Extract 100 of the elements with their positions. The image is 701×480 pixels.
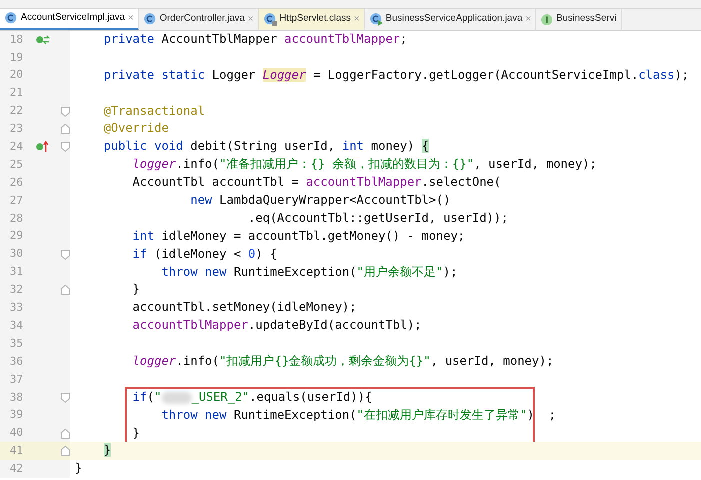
editor-tab[interactable]: BusinessServiceApplication.java × (364, 9, 536, 30)
code-text: " (154, 390, 162, 404)
editor-tab[interactable]: AccountServiceImpl.java × (0, 9, 139, 30)
code-text: ) ; (527, 408, 556, 422)
code-text: accountTblMapper (132, 318, 248, 332)
code-text: @Transactional (102, 104, 206, 118)
code-text: AccountTblMapper (160, 32, 278, 46)
line-number: 34 (10, 318, 24, 334)
code-text: @Override (102, 121, 169, 136)
code-text: debit(String userId, (190, 139, 336, 154)
code-text: money) (370, 139, 416, 154)
code-text: logger (132, 354, 176, 368)
line-number: 29 (10, 228, 24, 244)
fold-marker-icon[interactable] (61, 124, 70, 134)
line-number: 19 (10, 50, 24, 66)
code-text: accountTbl.setMoney(idleMoney); (132, 300, 357, 314)
code-text: } (75, 461, 82, 476)
line-number: 21 (10, 85, 24, 102)
code-text: ); (674, 68, 690, 82)
code-text: (idleMoney < (153, 246, 242, 261)
code-text: accountTblMapper (284, 32, 400, 46)
fold-marker-icon[interactable] (61, 250, 70, 260)
code-text: { (422, 139, 430, 154)
class-icon (5, 12, 18, 25)
fold-marker-icon[interactable] (61, 285, 70, 296)
code-text: RuntimeException( (232, 408, 357, 422)
editor-tab[interactable]: HttpServlet.class × (258, 9, 365, 30)
code-text: ( (147, 390, 154, 404)
line-number: 37 (10, 372, 24, 388)
line-number: 24 (10, 139, 24, 156)
code-text: , userId, money); (430, 354, 554, 368)
line-number: 39 (10, 407, 24, 424)
code-text: 0 (248, 246, 256, 261)
class-icon (144, 13, 157, 26)
line-number: 41 (10, 443, 24, 460)
line-number: 36 (10, 354, 24, 370)
app-class-icon (370, 13, 383, 26)
code-text: if (132, 390, 148, 404)
code-text: "用户余额不足" (356, 264, 444, 279)
code-text: Logger (211, 68, 257, 82)
line-number: 32 (10, 282, 24, 298)
bean-icon[interactable] (36, 34, 50, 45)
code-text: } (132, 282, 140, 296)
line-number: 26 (10, 174, 24, 191)
code-text: new (190, 193, 212, 208)
code-text: , userId, money); (474, 157, 597, 172)
code-text: .selectOne( (422, 175, 502, 190)
code-text: throw new (160, 408, 227, 422)
code-text: "扣减用户{}金额成功，剩余金额为{}" (220, 354, 431, 368)
code-text: throw new (160, 264, 227, 279)
code-text: "准备扣减用户：{} 余额，扣减的数目为：{}" (220, 157, 474, 172)
class-file-icon (264, 13, 277, 26)
line-number: 25 (10, 156, 24, 173)
code-text: } (102, 443, 112, 458)
fold-marker-icon[interactable] (61, 142, 70, 152)
line-number: 35 (10, 336, 24, 352)
code-text: .eq(AccountTbl::getUserId, userId)); (247, 210, 508, 225)
line-number: 40 (10, 425, 24, 442)
code-text: _USER_2" (192, 390, 250, 404)
line-number: 38 (10, 390, 24, 406)
line-number: 18 (10, 32, 24, 48)
editor-tab[interactable]: BusinessServi (536, 9, 622, 30)
code-text: private (102, 32, 154, 46)
code-text: .updateById(accountTbl); (248, 318, 422, 332)
fold-marker-icon[interactable] (61, 392, 70, 403)
fold-marker-icon[interactable] (61, 446, 70, 456)
code-text: idleMoney = accountTbl.getMoney() - money; (160, 228, 466, 243)
code-text: AccountTbl accountTbl = (132, 175, 300, 190)
code-text: } (132, 426, 140, 440)
code-text: ); (443, 264, 458, 279)
code-text: RuntimeException( (232, 264, 357, 279)
code-text: "在扣减用户库存时发生了异常" (356, 408, 528, 422)
code-text: private static (102, 68, 206, 82)
fold-marker-icon[interactable] (61, 106, 70, 116)
code-text: accountTblMapper (306, 175, 422, 190)
line-number: 23 (10, 121, 24, 138)
code-text: int (132, 228, 154, 243)
line-number: 22 (10, 103, 24, 120)
line-number: 42 (10, 461, 24, 478)
fold-marker-icon[interactable] (61, 428, 70, 439)
line-number: 28 (10, 210, 24, 227)
code-text: = LoggerFactory.getLogger(AccountServiceImpl. (312, 68, 639, 82)
code-text: int (342, 139, 364, 154)
line-number: 20 (10, 67, 24, 84)
code-text: ) { (256, 246, 278, 261)
override-icon[interactable] (36, 141, 50, 154)
code-text: logger (132, 157, 176, 172)
code-text: LambdaQueryWrapper<AccountTbl>() (218, 193, 451, 208)
line-number: 30 (10, 246, 24, 262)
code-text: class (638, 68, 675, 82)
code-text: .info( (176, 354, 220, 368)
code-text: .info( (176, 157, 220, 172)
code-text: Logger (262, 68, 306, 82)
editor-tab[interactable]: OrderController.java × (138, 9, 259, 30)
line-number: 31 (10, 264, 24, 280)
line-number: 33 (10, 300, 24, 316)
line-number: 27 (10, 192, 24, 209)
code-text: public void (102, 139, 184, 154)
interface-icon (541, 14, 554, 26)
code-text: ; (400, 32, 408, 46)
